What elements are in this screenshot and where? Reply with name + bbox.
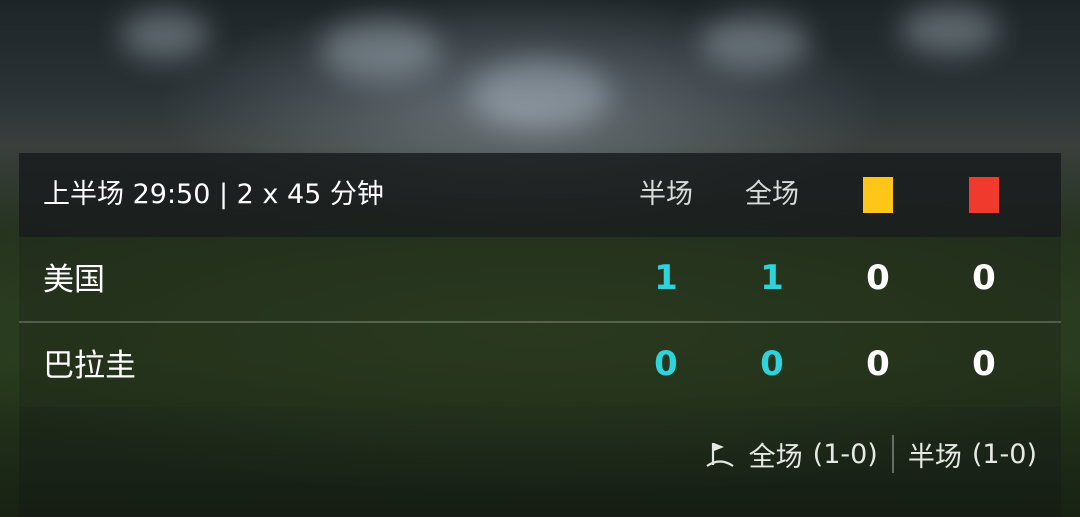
full-time-score: 1 [760, 258, 784, 298]
corner-half-score: (1-0) [971, 438, 1037, 470]
half-time-column-header: 半场 [639, 179, 693, 210]
team-name: 巴拉圭 [43, 348, 136, 384]
scoreboard-card: 上半场 29:50 | 2 x 45 分钟 半场 全场 美国 1 1 0 0 巴… [19, 153, 1061, 517]
full-time-column-header: 全场 [745, 179, 799, 210]
corner-full-score: (1-0) [812, 438, 878, 470]
team-row-usa: 美国 1 1 0 0 [19, 237, 1061, 321]
half-time-score: 1 [654, 258, 678, 298]
yellow-card-icon [863, 177, 893, 213]
yellow-card-count: 0 [866, 258, 890, 298]
scoreboard-header: 上半场 29:50 | 2 x 45 分钟 半场 全场 [19, 153, 1061, 237]
team-row-paraguay: 巴拉圭 0 0 0 0 [19, 323, 1061, 407]
corner-full-label: 全场 [748, 441, 803, 473]
full-time-score: 0 [760, 344, 784, 384]
red-card-count: 0 [972, 258, 996, 298]
corner-kicks-summary: 全场 (1-0) 半场 (1-0) [19, 407, 1061, 517]
team-name: 美国 [43, 262, 105, 298]
red-card-count: 0 [972, 344, 996, 384]
footer-separator [891, 435, 894, 473]
half-time-score: 0 [654, 344, 678, 384]
corner-flag-icon [706, 443, 734, 467]
match-status: 上半场 29:50 | 2 x 45 分钟 [43, 179, 384, 210]
stadium-background [0, 0, 1080, 160]
yellow-card-count: 0 [866, 344, 890, 384]
corner-half-label: 半场 [907, 441, 962, 473]
red-card-icon [969, 177, 999, 213]
